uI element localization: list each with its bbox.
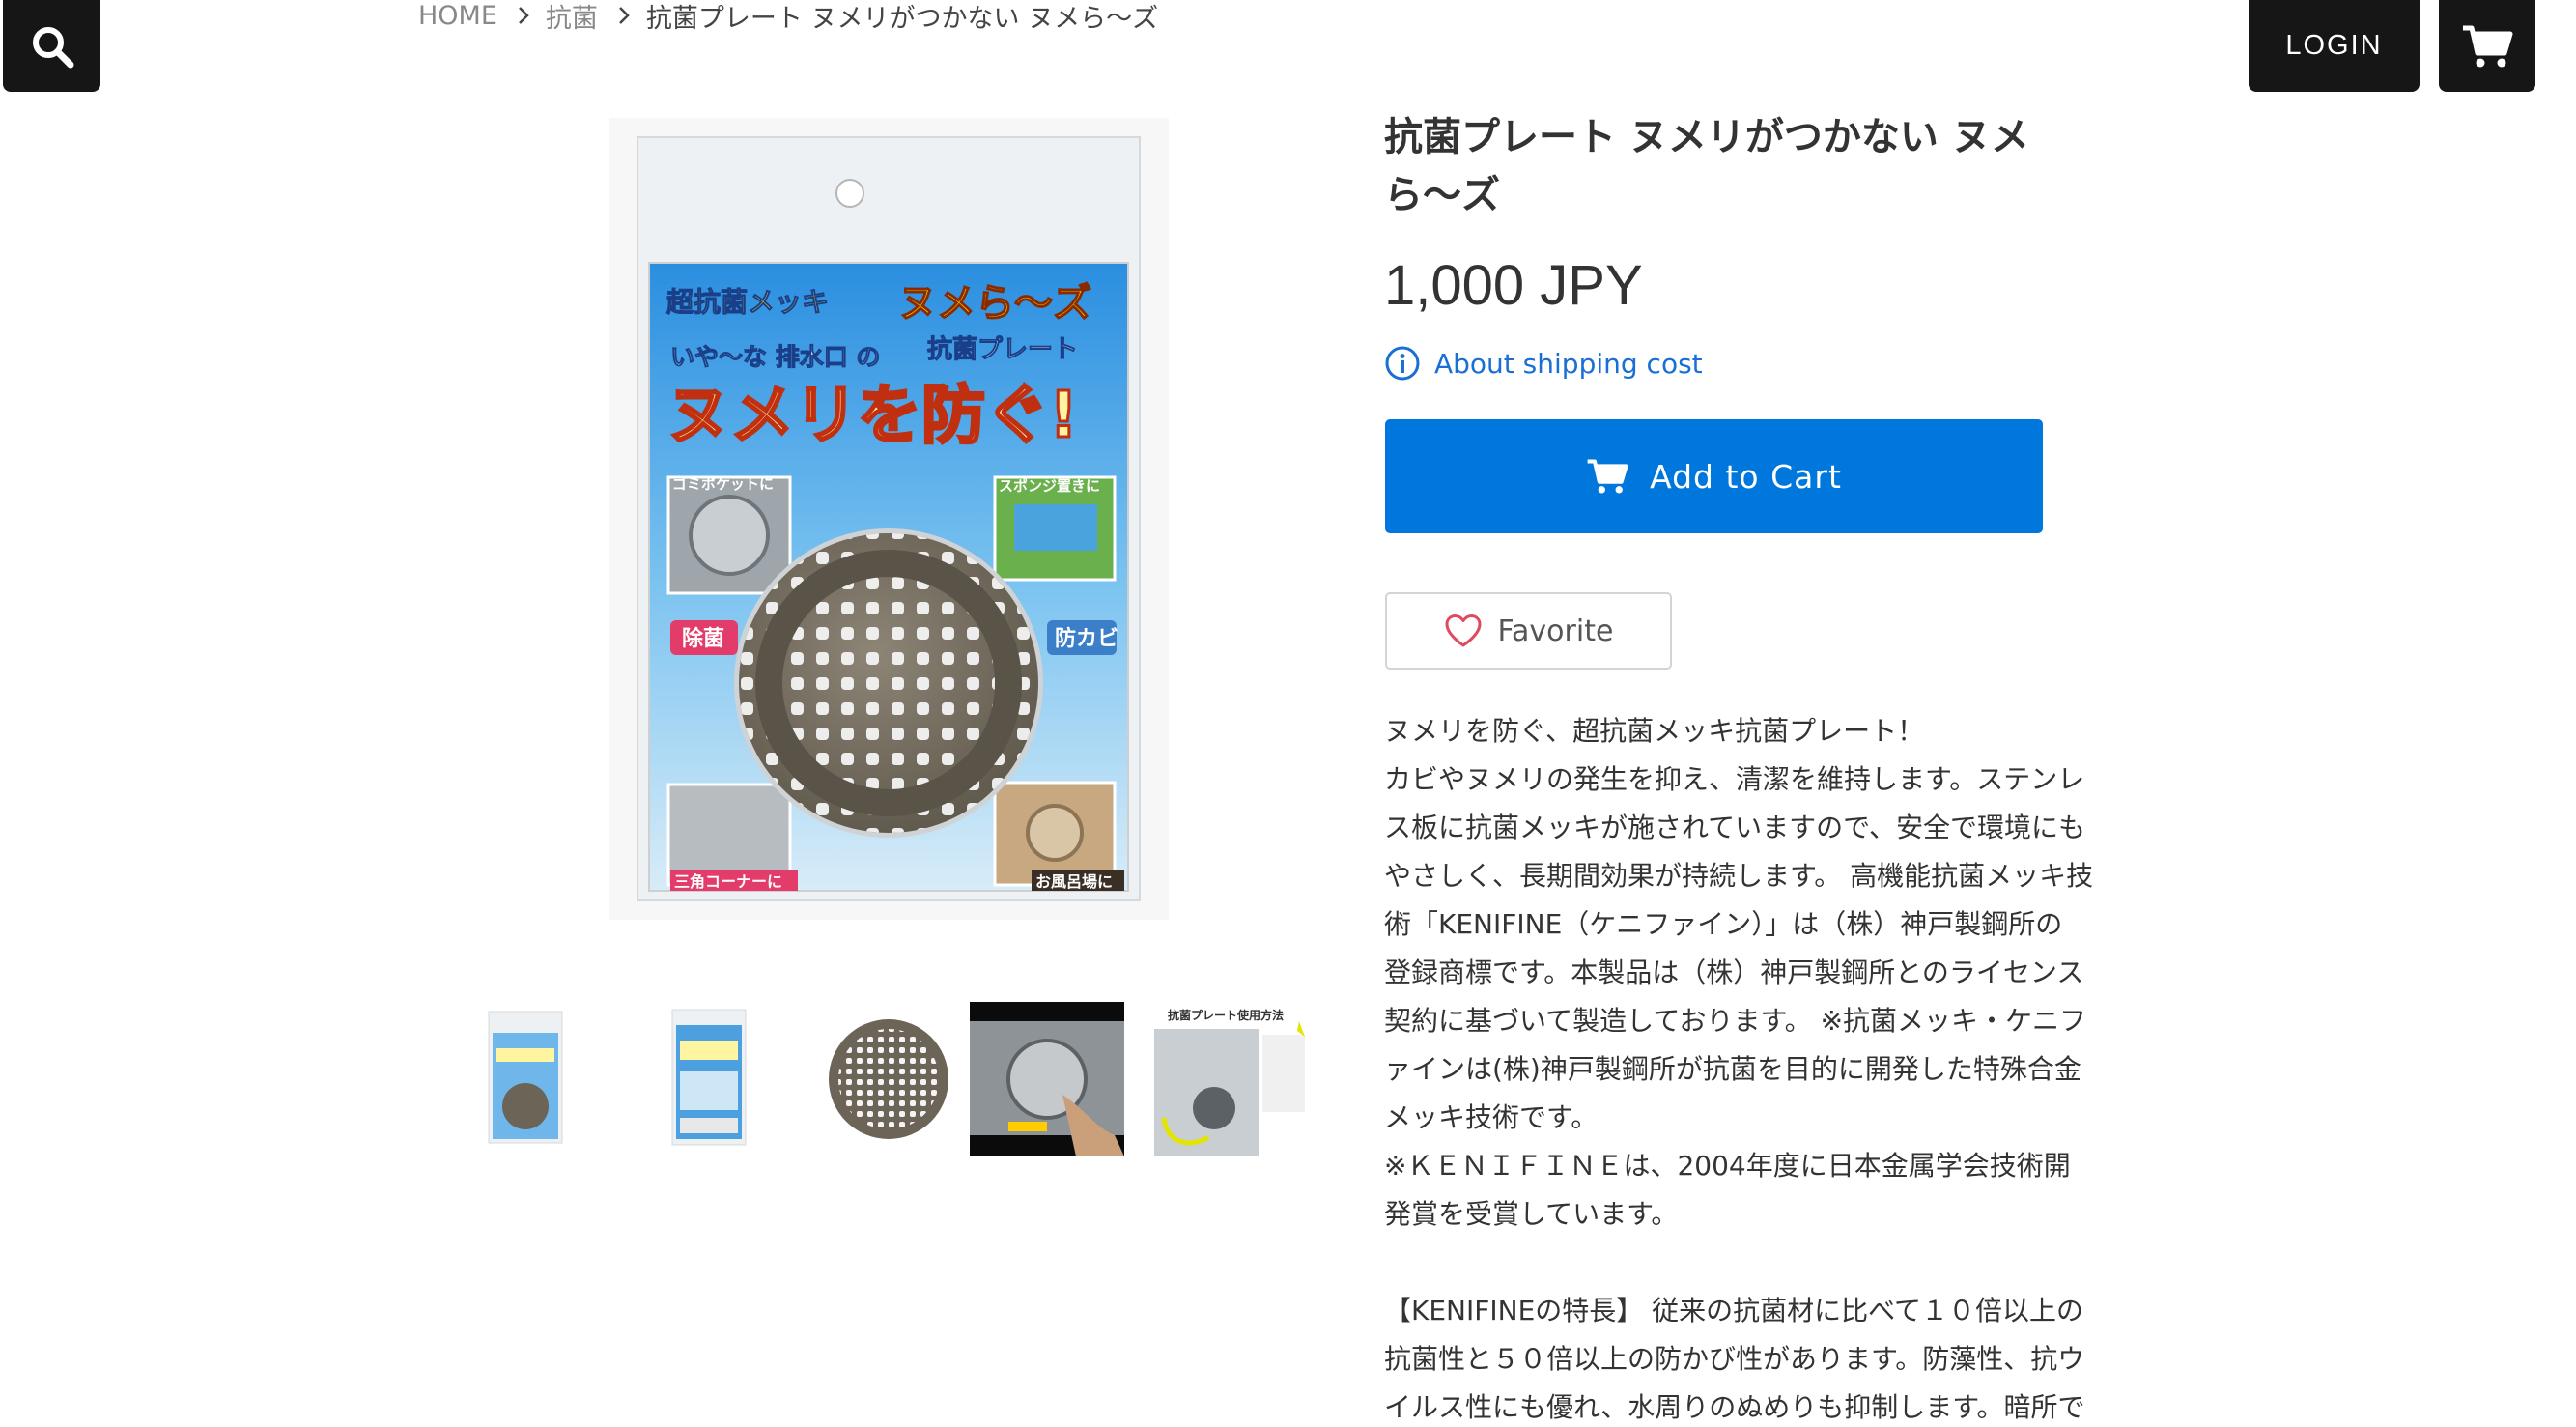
cart-button[interactable] (2439, 0, 2535, 92)
breadcrumb: HOME 抗菌 抗菌プレート ヌメリがつかない ヌメら〜ズ (418, 0, 1158, 34)
add-to-cart-label: Add to Cart (1650, 457, 1842, 496)
svg-text:抗菌プレート使用方法: 抗菌プレート使用方法 (1168, 1008, 1284, 1022)
svg-text:ヌメら〜ズ: ヌメら〜ズ (898, 281, 1091, 326)
add-to-cart-button[interactable]: Add to Cart (1385, 419, 2043, 533)
description-line: 術「KENIFINE（ケニファイン）」は（株）神戸製鋼所の (1384, 908, 2063, 940)
svg-text:除菌: 除菌 (682, 626, 724, 651)
search-button[interactable] (3, 0, 100, 92)
thumbnail-gallery: 抗菌プレート使用方法 (446, 1002, 1309, 1156)
breadcrumb-current: 抗菌プレート ヌメリがつかない ヌメら〜ズ (645, 3, 1159, 34)
shipping-cost-link[interactable]: About shipping cost (1384, 344, 1703, 383)
description-line: 抗菌性と５０倍以上の防かび性があります。防藻性、抗ウ (1384, 1343, 2085, 1375)
shipping-cost-label: About shipping cost (1434, 347, 1703, 380)
chevron-right-icon (517, 5, 530, 26)
svg-text:ゴミポケットに: ゴミポケットに (672, 475, 774, 493)
heart-icon (1445, 614, 1482, 647)
description-line: ァインは(株)神戸製鋼所が抗菌を目的に開発した特殊合金 (1384, 1053, 2081, 1085)
favorite-button[interactable]: Favorite (1385, 592, 1672, 670)
search-icon (32, 26, 73, 68)
breadcrumb-category[interactable]: 抗菌 (546, 0, 598, 35)
thumbnail-3[interactable] (811, 1002, 966, 1156)
thumbnail-4[interactable] (970, 1002, 1124, 1156)
svg-text:ヌメリを防ぐ!: ヌメリを防ぐ! (666, 378, 1078, 452)
chevron-right-icon (617, 5, 631, 26)
svg-text:抗菌プレート: 抗菌プレート (927, 334, 1078, 364)
svg-text:お風呂場に: お風呂場に (1035, 872, 1113, 891)
description-line: 登録商標です。本製品は（株）神戸製鋼所とのライセンス (1384, 956, 2084, 988)
product-package-illustration: 超抗菌メッキ ヌメら〜ズ 抗菌プレート いや〜な 排水口 の ヌメリを防ぐ! ゴ… (637, 136, 1141, 901)
svg-text:三角コーナーに: 三角コーナーに (674, 872, 782, 891)
product-price: 1,000 JPY (1384, 254, 1643, 317)
thumbnail-2[interactable] (630, 1002, 784, 1156)
product-description: ヌメリを防ぐ、超抗菌メッキ抗菌プレート！ カビやヌメリの発生を抑え、清潔を維持し… (1384, 707, 2137, 1427)
svg-text:スポンジ置きに: スポンジ置きに (999, 477, 1100, 495)
product-main-image[interactable]: 超抗菌メッキ ヌメら〜ズ 抗菌プレート いや〜な 排水口 の ヌメリを防ぐ! ゴ… (609, 118, 1169, 920)
description-line: 契約に基づいて製造しております。 ※抗菌メッキ・ケニフ (1384, 1005, 2087, 1037)
svg-text:防カビ: 防カビ (1055, 627, 1118, 651)
description-line: 発賞を受賞しています。 (1384, 1198, 1679, 1230)
product-title: 抗菌プレート ヌメリがつかない ヌメら〜ズ (1384, 115, 2029, 217)
description-line: やさしく、長期間効果が持続します。 高機能抗菌メッキ技 (1384, 860, 2094, 892)
cart-icon (1587, 459, 1628, 494)
description-line: ス板に抗菌メッキが施されていますので、安全で環境にも (1384, 812, 2086, 843)
favorite-label: Favorite (1497, 614, 1614, 648)
thumbnail-5[interactable]: 抗菌プレート使用方法 (1154, 1002, 1309, 1156)
description-line: ヌメリを防ぐ、超抗菌メッキ抗菌プレート！ (1384, 715, 1925, 747)
description-line: イルス性にも優れ、水周りのぬめりも抑制します。暗所で (1384, 1391, 2085, 1423)
breadcrumb-home[interactable]: HOME (418, 1, 497, 31)
description-line: 【KENIFINEの特長】 従来の抗菌材に比べて１０倍以上の (1384, 1295, 2084, 1327)
svg-text:いや〜な 排水口 の: いや〜な 排水口 の (670, 343, 880, 371)
description-line: カビやヌメリの発生を抑え、清潔を維持します。ステンレ (1384, 763, 2085, 795)
thumbnail-1[interactable] (446, 1002, 601, 1156)
svg-text:超抗菌メッキ: 超抗菌メッキ (666, 286, 829, 318)
description-line: ※ＫＥＮＩＦＩＮＥは、2004年度に日本金属学会技術開 (1384, 1150, 2071, 1182)
login-button[interactable]: LOGIN (2249, 0, 2420, 92)
info-icon (1385, 346, 1420, 381)
cart-icon (2463, 25, 2513, 67)
description-line: メッキ技術です。 (1384, 1101, 1599, 1133)
